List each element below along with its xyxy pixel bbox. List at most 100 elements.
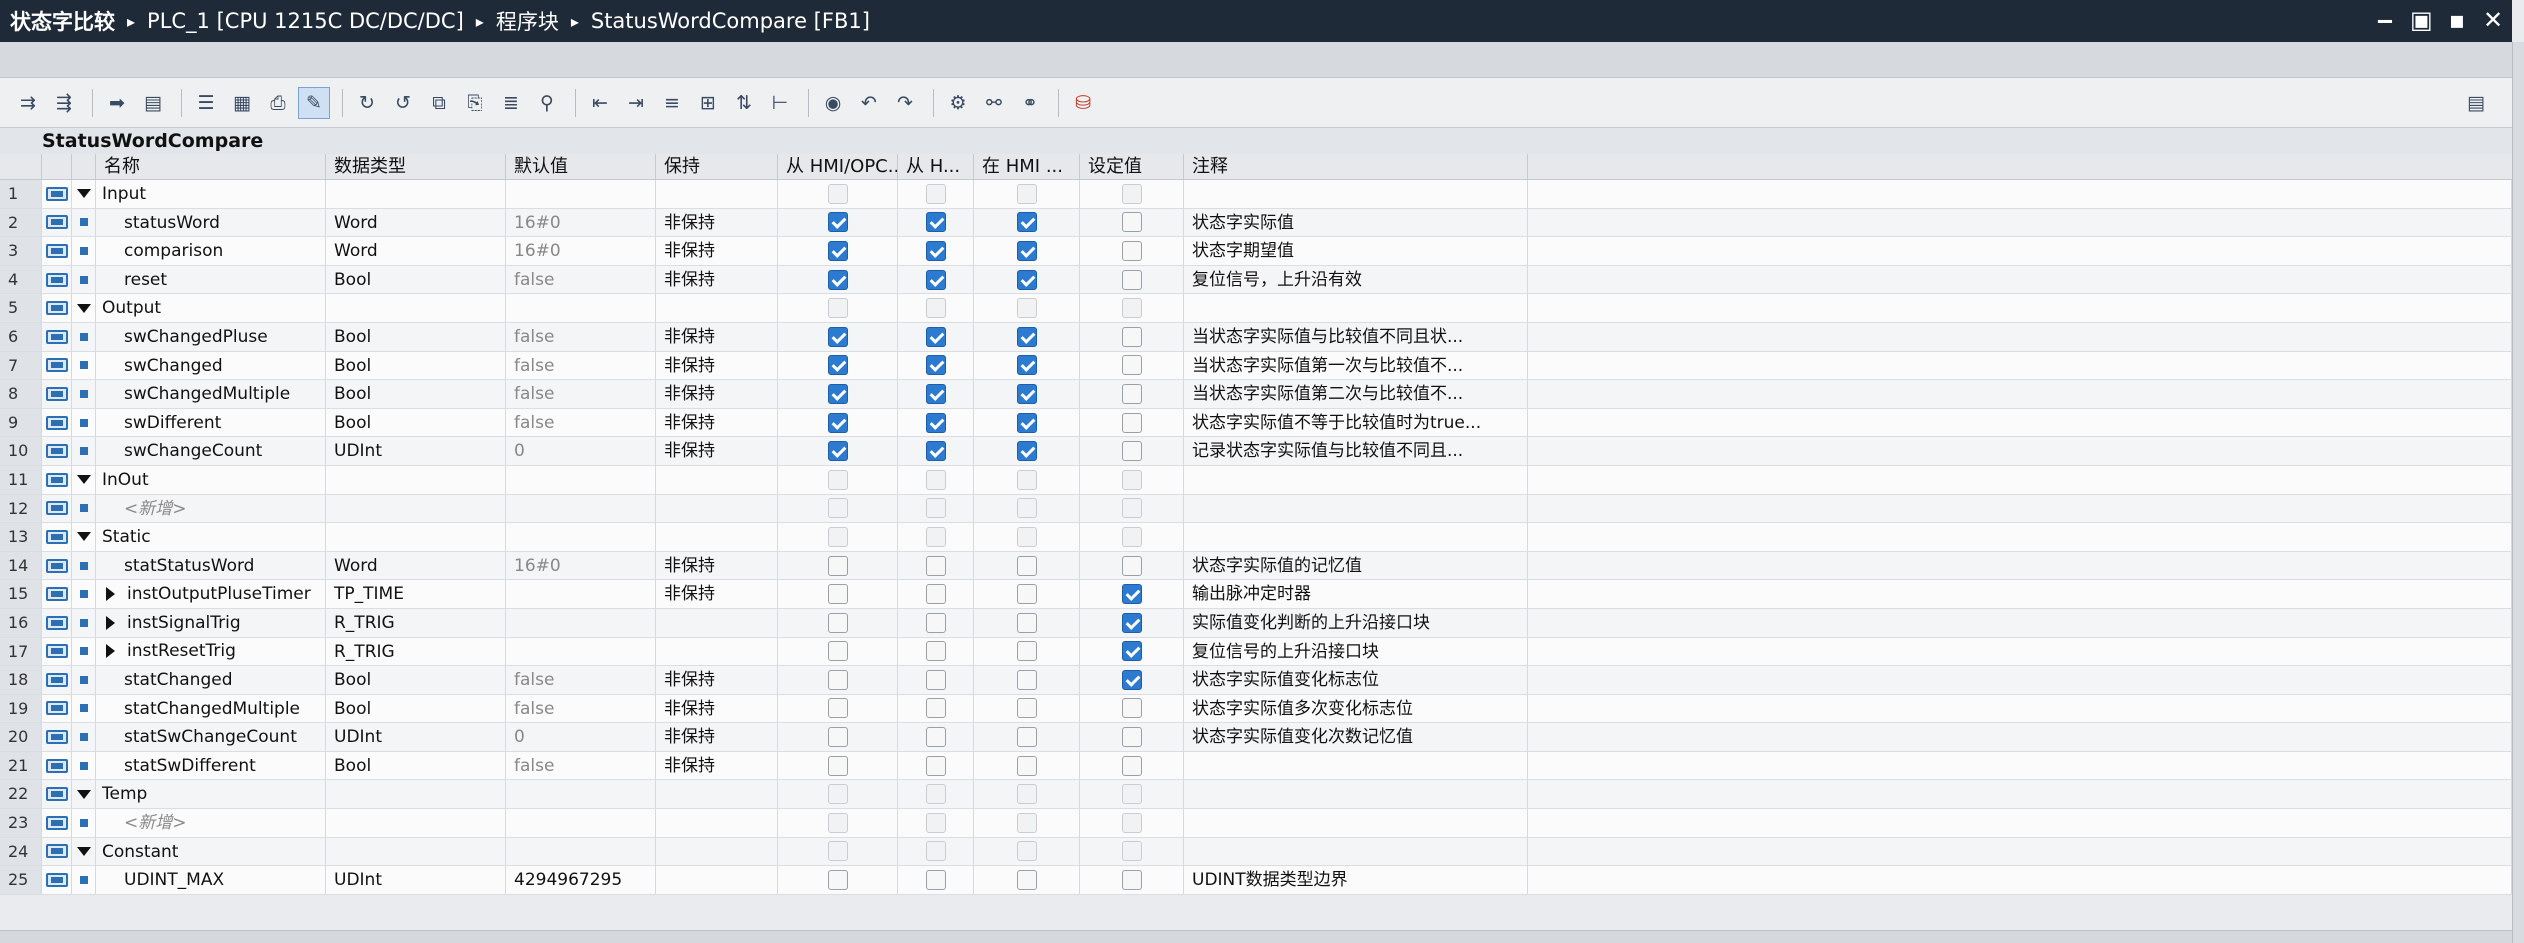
breadcrumb-plc[interactable]: PLC_1 [CPU 1215C DC/DC/DC]: [147, 9, 464, 33]
paste-icon[interactable]: ⎘: [459, 87, 491, 119]
collapse-arrow-icon[interactable]: [76, 789, 91, 799]
hmi-visible-checkbox[interactable]: [1016, 641, 1037, 662]
sort-icon[interactable]: ⇅: [728, 87, 760, 119]
go-to-icon[interactable]: ➡: [101, 87, 133, 119]
table-row[interactable]: 25 UDINT_MAX UDInt 4294967295 UDINT数据类型边界: [0, 866, 2512, 895]
hmi-visible-checkbox[interactable]: [1016, 269, 1037, 290]
hmi-visible-checkbox[interactable]: [1016, 755, 1037, 776]
variable-name[interactable]: swDifferent: [96, 408, 326, 437]
setpoint-checkbox[interactable]: [1121, 269, 1142, 290]
hmi-visible-checkbox[interactable]: [1016, 812, 1037, 833]
hmi-opc-accessible-checkbox[interactable]: [827, 240, 848, 261]
hmi-visible-checkbox[interactable]: [1016, 669, 1037, 690]
setpoint-checkbox[interactable]: [1121, 612, 1142, 633]
comment[interactable]: 复位信号的上升沿接口块: [1184, 637, 1528, 666]
watch-icon[interactable]: ◉: [817, 87, 849, 119]
hmi-opc-accessible-checkbox[interactable]: [827, 269, 848, 290]
setpoint-checkbox[interactable]: [1121, 441, 1142, 462]
data-type[interactable]: R_TRIG: [326, 637, 506, 666]
setpoint-checkbox[interactable]: [1121, 698, 1142, 719]
comment[interactable]: [1184, 180, 1528, 208]
hmi-opc-accessible-checkbox[interactable]: [827, 584, 848, 605]
retain[interactable]: 非保持: [656, 322, 778, 351]
default-value[interactable]: [506, 494, 656, 523]
setpoint-checkbox[interactable]: [1121, 240, 1142, 261]
data-type[interactable]: Bool: [326, 322, 506, 351]
collapse-arrow-icon[interactable]: [76, 475, 91, 485]
setpoint-checkbox[interactable]: [1121, 212, 1142, 233]
filter-icon[interactable]: ⚲: [531, 87, 563, 119]
hmi-visible-checkbox[interactable]: [1016, 698, 1037, 719]
horizontal-scrollbar[interactable]: [0, 930, 2512, 943]
default-value[interactable]: false: [506, 666, 656, 694]
hmi-opc-accessible-checkbox[interactable]: [827, 612, 848, 633]
data-type[interactable]: TP_TIME: [326, 580, 506, 608]
setpoint-checkbox[interactable]: [1121, 812, 1142, 833]
table-row[interactable]: 8 swChangedMultiple Bool false 非保持 当状态字实际值第二次…: [0, 380, 2512, 409]
data-type[interactable]: UDInt: [326, 437, 506, 465]
default-value[interactable]: 16#0: [506, 208, 656, 237]
default-value[interactable]: [506, 180, 656, 208]
collapse-arrow-icon[interactable]: [76, 846, 91, 856]
minimize-icon[interactable]: ‒: [2374, 6, 2396, 34]
retain[interactable]: [656, 180, 778, 208]
hmi-opc-accessible-checkbox[interactable]: [827, 469, 848, 490]
maximize-icon[interactable]: ▪: [2446, 6, 2468, 34]
data-type[interactable]: [326, 180, 506, 208]
data-type[interactable]: Bool: [326, 408, 506, 437]
hmi-opc-accessible-checkbox[interactable]: [827, 812, 848, 833]
default-value[interactable]: false: [506, 694, 656, 723]
comment[interactable]: 状态字实际值的记忆值: [1184, 551, 1528, 580]
hmi-writable-checkbox[interactable]: [925, 612, 946, 633]
table-row[interactable]: 3 comparison Word 16#0 非保持 状态字期望值: [0, 237, 2512, 266]
data-type[interactable]: [326, 494, 506, 523]
hmi-opc-accessible-checkbox[interactable]: [827, 526, 848, 547]
col-in-hmi[interactable]: 在 HMI ...: [974, 154, 1080, 179]
table-row[interactable]: 21 statSwDifferent Bool false 非保持: [0, 751, 2512, 781]
align-icon[interactable]: ≡: [656, 87, 688, 119]
variable-name[interactable]: <新增>: [96, 494, 326, 523]
retain[interactable]: 非保持: [656, 351, 778, 380]
setpoint-checkbox[interactable]: [1121, 412, 1142, 433]
hmi-visible-checkbox[interactable]: [1016, 383, 1037, 404]
hmi-writable-checkbox[interactable]: [925, 812, 946, 833]
hmi-visible-checkbox[interactable]: [1016, 441, 1037, 462]
hmi-opc-accessible-checkbox[interactable]: [827, 183, 848, 204]
default-value[interactable]: [506, 465, 656, 494]
database-icon[interactable]: ⛁: [1067, 87, 1099, 119]
data-type[interactable]: Bool: [326, 265, 506, 294]
apply-icon[interactable]: ✎: [298, 86, 330, 119]
setpoint-checkbox[interactable]: [1121, 555, 1142, 576]
data-type[interactable]: Bool: [326, 351, 506, 380]
table-row[interactable]: 4 reset Bool false 非保持 复位信号，上升沿有效: [0, 265, 2512, 295]
refresh-icon[interactable]: ↻: [351, 87, 383, 119]
monitor-icon[interactable]: ▤: [137, 87, 169, 119]
col-name[interactable]: 名称: [96, 154, 326, 179]
setpoint-checkbox[interactable]: [1121, 841, 1142, 862]
table-row[interactable]: 19 statChangedMultiple Bool false 非保持 状态字实际值多…: [0, 694, 2512, 724]
comment[interactable]: 状态字实际值不等于比较值时为true...: [1184, 408, 1528, 437]
variable-name[interactable]: comparison: [96, 237, 326, 265]
variable-name[interactable]: reset: [96, 265, 326, 294]
breadcrumb-project[interactable]: 状态字比较: [10, 6, 115, 36]
retain[interactable]: 非保持: [656, 751, 778, 780]
hmi-opc-accessible-checkbox[interactable]: [827, 412, 848, 433]
comment[interactable]: 状态字实际值: [1184, 208, 1528, 237]
hmi-icon[interactable]: ⚯: [978, 87, 1010, 119]
variable-name[interactable]: UDINT_MAX: [96, 866, 326, 894]
col-from-h[interactable]: 从 H...: [898, 154, 974, 179]
task-cards-sidebar[interactable]: [2512, 42, 2524, 943]
hmi-writable-checkbox[interactable]: [925, 240, 946, 261]
data-type[interactable]: Word: [326, 237, 506, 265]
default-value[interactable]: false: [506, 380, 656, 408]
reset-icon[interactable]: ↺: [387, 87, 419, 119]
table-row[interactable]: 5 Output: [0, 294, 2512, 323]
collapse-arrow-icon[interactable]: [76, 303, 91, 313]
hmi-writable-checkbox[interactable]: [925, 584, 946, 605]
col-setpoint[interactable]: 设定值: [1080, 154, 1184, 179]
retain[interactable]: [656, 608, 778, 637]
setpoint-checkbox[interactable]: [1121, 498, 1142, 519]
col-type[interactable]: 数据类型: [326, 154, 506, 179]
expand-arrow-icon[interactable]: [106, 615, 115, 630]
default-value[interactable]: false: [506, 265, 656, 294]
